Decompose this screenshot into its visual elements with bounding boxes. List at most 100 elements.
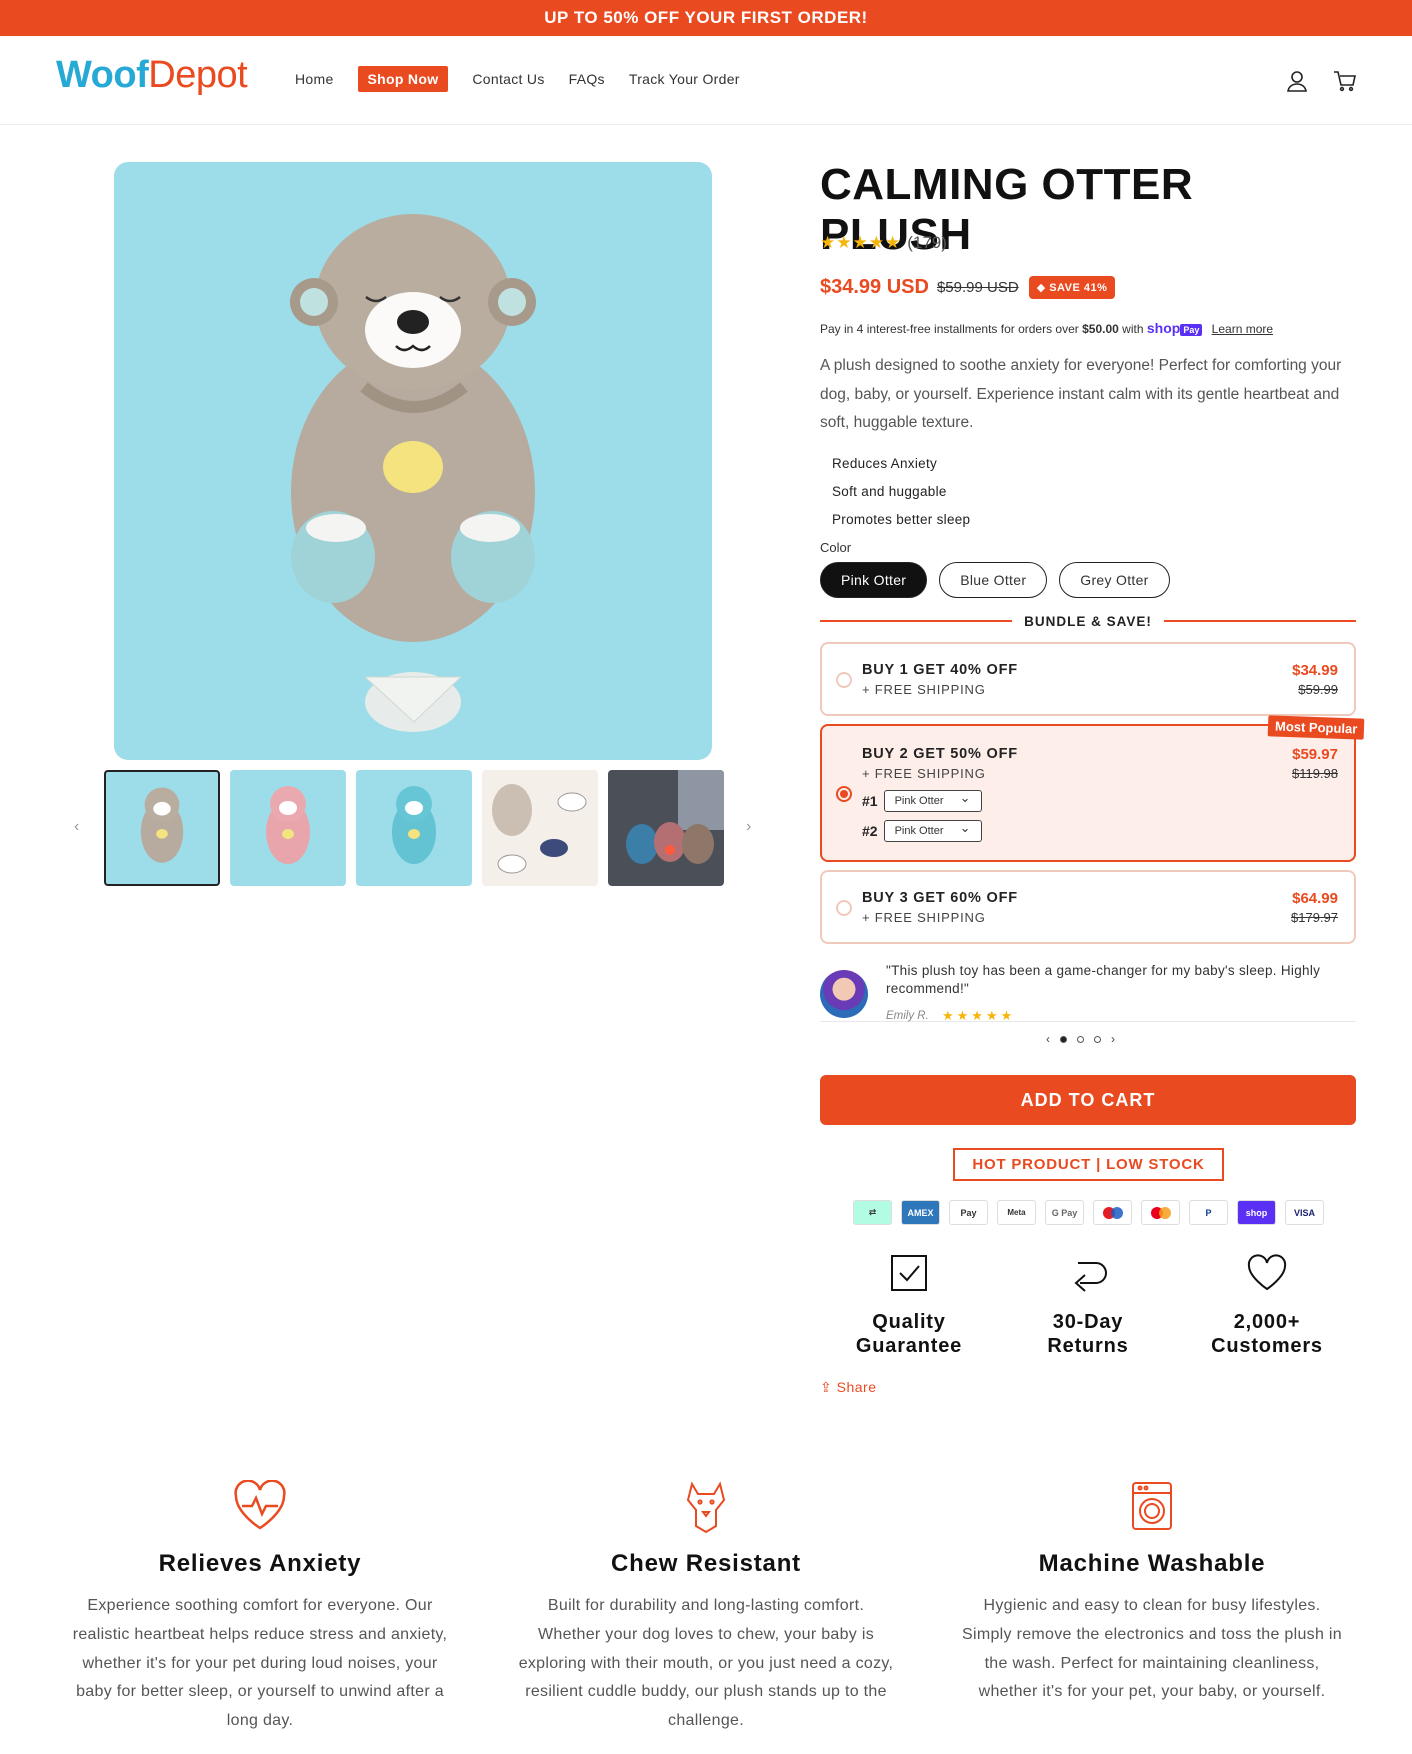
variant-label: #2: [862, 823, 878, 839]
announcement-text: UP TO 50% OFF YOUR FIRST ORDER!: [544, 8, 868, 27]
dog-icon: [516, 1480, 896, 1538]
installments-text: Pay in 4 interest-free installments for …: [820, 322, 1079, 336]
product-main-image[interactable]: [114, 162, 712, 760]
bundle-option-price: $34.99: [1292, 662, 1338, 679]
heartbeat-icon: [70, 1480, 450, 1538]
account-icon[interactable]: [1284, 68, 1310, 94]
bundle-option-price: $59.97: [1292, 746, 1338, 763]
shop-pay-logo: shop: [1146, 320, 1181, 336]
checkbox-icon: [820, 1250, 998, 1296]
carousel-dots: ‹ ›: [1046, 1032, 1115, 1046]
mastercard-icon: [1141, 1200, 1180, 1225]
divider: [1163, 620, 1357, 622]
guarantee-line-1: 2,000+: [1233, 1311, 1301, 1333]
nav-home[interactable]: Home: [295, 71, 334, 87]
benefit-text: Hygienic and easy to clean for busy life…: [962, 1597, 1342, 1701]
carousel-prev-icon[interactable]: ‹: [1046, 1032, 1050, 1046]
bundle-option-price: $64.99: [1292, 890, 1338, 907]
benefit-chew-resistant: Chew Resistant Built for durability and …: [516, 1480, 896, 1736]
color-grey-otter[interactable]: Grey Otter: [1059, 562, 1170, 598]
guarantee-returns: 30-Day Returns: [999, 1250, 1177, 1358]
bundle-option-2[interactable]: Most Popular BUY 2 GET 50% OFF + FREE SH…: [820, 715, 1365, 862]
thumb-next-icon[interactable]: ›: [746, 818, 751, 836]
paypal-icon: P: [1189, 1200, 1228, 1225]
guarantees: Quality Guarantee 30-Day Returns 2,000+ Cus…: [820, 1250, 1356, 1357]
share-button[interactable]: ⇪ Share: [820, 1379, 876, 1396]
washing-machine-icon: [962, 1480, 1342, 1538]
bundle-option-sub: + FREE SHIPPING: [862, 682, 986, 697]
benefit-text: Experience soothing comfort for everyone…: [72, 1597, 448, 1730]
main-nav: Home Shop Now Contact Us FAQs Track Your…: [295, 66, 764, 92]
nav-faqs[interactable]: FAQs: [569, 71, 605, 87]
carousel-dot[interactable]: [1094, 1035, 1101, 1043]
afterpay-icon: ⇄: [853, 1200, 892, 1225]
add-to-cart-button[interactable]: ADD TO CART: [820, 1075, 1356, 1125]
carousel-dot[interactable]: [1077, 1035, 1084, 1043]
bundle-radio[interactable]: [836, 786, 852, 802]
apple-pay-icon: Pay: [949, 1200, 988, 1225]
divider: [820, 620, 1013, 622]
apple-pay-text: Pay: [960, 1207, 977, 1218]
variant-row-1: #1 Pink Otter: [862, 788, 982, 812]
bundle-heading: BUNDLE & SAVE!: [820, 611, 1357, 631]
benefit-title: Relieves Anxiety: [158, 1550, 362, 1577]
logo-part-2: Depot: [148, 54, 248, 96]
guarantee-line-1: Quality: [872, 1311, 946, 1333]
guarantee-quality: Quality Guarantee: [820, 1250, 998, 1358]
thumb-prev-icon[interactable]: ‹: [74, 818, 79, 836]
nav-shop-now[interactable]: Shop Now: [357, 66, 449, 92]
learn-more-link[interactable]: Learn more: [1212, 322, 1273, 336]
installments-note: Pay in 4 interest-free installments for …: [820, 320, 1273, 336]
thumbnail-4[interactable]: [482, 770, 598, 886]
bundle-option-compare: $119.98: [1291, 766, 1338, 781]
carousel-next-icon[interactable]: ›: [1111, 1032, 1115, 1046]
guarantee-customers: 2,000+ Customers: [1178, 1250, 1356, 1358]
nav-contact[interactable]: Contact Us: [472, 71, 544, 87]
thumbnail-3[interactable]: [356, 770, 472, 886]
reviewer-avatar: [820, 970, 868, 1018]
heart-icon: [1178, 1250, 1356, 1296]
thumbnail-5[interactable]: [608, 770, 724, 886]
installments-amount: $50.00: [1082, 322, 1119, 336]
bundle-option-1[interactable]: BUY 1 GET 40% OFF + FREE SHIPPING $34.99…: [820, 642, 1356, 716]
guarantee-line-2: Returns: [1047, 1335, 1129, 1357]
nav-track-order[interactable]: Track Your Order: [629, 71, 740, 87]
installments-with: with: [1122, 322, 1144, 336]
thumbnail-gallery: ‹ ›: [66, 770, 766, 886]
thumbnail-2[interactable]: [230, 770, 346, 886]
bundle-title: BUNDLE & SAVE!: [1024, 613, 1152, 629]
bundle-option-sub: + FREE SHIPPING: [862, 910, 986, 925]
visa-icon: VISA: [1285, 1200, 1324, 1225]
logo[interactable]: Woof Depot: [56, 54, 248, 97]
color-blue-otter[interactable]: Blue Otter: [939, 562, 1048, 598]
product-description: A plush designed to soothe anxiety for e…: [820, 357, 1342, 431]
benefit-title: Machine Washable: [1038, 1550, 1266, 1577]
review-author: Emily R.: [886, 1010, 929, 1022]
bundle-radio[interactable]: [836, 900, 852, 916]
bundle-option-3[interactable]: BUY 3 GET 60% OFF + FREE SHIPPING $64.99…: [820, 870, 1356, 944]
bundle-option-compare: $179.97: [1291, 910, 1338, 925]
most-popular-badge: Most Popular: [1267, 715, 1365, 740]
shop-pay-icon: shop: [1237, 1200, 1276, 1225]
feature-item: Reduces Anxiety: [832, 456, 938, 471]
feature-item: Promotes better sleep: [832, 512, 971, 527]
guarantee-line-2: Guarantee: [855, 1335, 963, 1357]
carousel-dot[interactable]: [1060, 1035, 1067, 1043]
compare-price: $59.99 USD: [936, 279, 1019, 296]
header-icons: [1284, 68, 1358, 94]
product-info: CALMING OTTER PLUSH ★★★★★ (179) $34.99 U…: [820, 160, 1365, 1395]
review-count: (179): [907, 233, 947, 252]
bundle-radio[interactable]: [836, 672, 852, 688]
variant-select[interactable]: Pink Otter: [883, 818, 982, 842]
feature-list: Reduces Anxiety Soft and huggable Promot…: [832, 450, 970, 534]
cart-icon[interactable]: [1332, 68, 1358, 94]
variant-select[interactable]: Pink Otter: [883, 788, 982, 812]
rating[interactable]: ★★★★★ (179): [820, 233, 947, 253]
review-quote: "This plush toy has been a game-changer …: [886, 963, 1321, 996]
bundle-option-title: BUY 3 GET 60% OFF: [862, 890, 1018, 906]
meta-pay-icon: Meta: [997, 1200, 1036, 1225]
thumbnail-1[interactable]: [104, 770, 220, 886]
review-stars-icon: ★★★★★: [942, 1008, 1016, 1023]
benefit-title: Chew Resistant: [611, 1550, 801, 1577]
color-pink-otter[interactable]: Pink Otter: [820, 562, 928, 598]
